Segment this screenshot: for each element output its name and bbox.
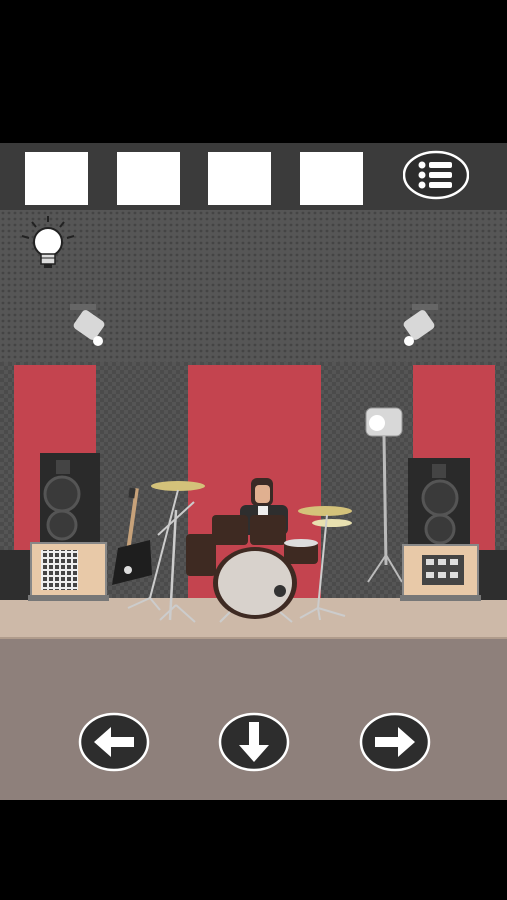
speaker-left[interactable] (40, 453, 100, 543)
turn-right-button[interactable] (359, 712, 431, 772)
turn-left-button[interactable] (78, 712, 150, 772)
hint-button[interactable] (12, 214, 84, 272)
speaker-right[interactable] (408, 458, 470, 546)
lightbulb-icon (21, 216, 75, 268)
inventory-slot-4[interactable] (300, 152, 363, 205)
arrow-left-icon (78, 712, 150, 772)
menu-button[interactable] (402, 150, 470, 200)
amplifier-left[interactable] (28, 542, 109, 601)
inventory-bar (0, 143, 507, 210)
inventory-slot-1[interactable] (25, 152, 88, 205)
arrow-right-icon (359, 712, 431, 772)
inventory-slot-2[interactable] (117, 152, 180, 205)
inventory-slot-3[interactable] (208, 152, 271, 205)
menu-list-icon (402, 150, 470, 200)
amplifier-right[interactable] (400, 544, 481, 601)
arrow-down-icon (218, 712, 290, 772)
back-button[interactable] (218, 712, 290, 772)
